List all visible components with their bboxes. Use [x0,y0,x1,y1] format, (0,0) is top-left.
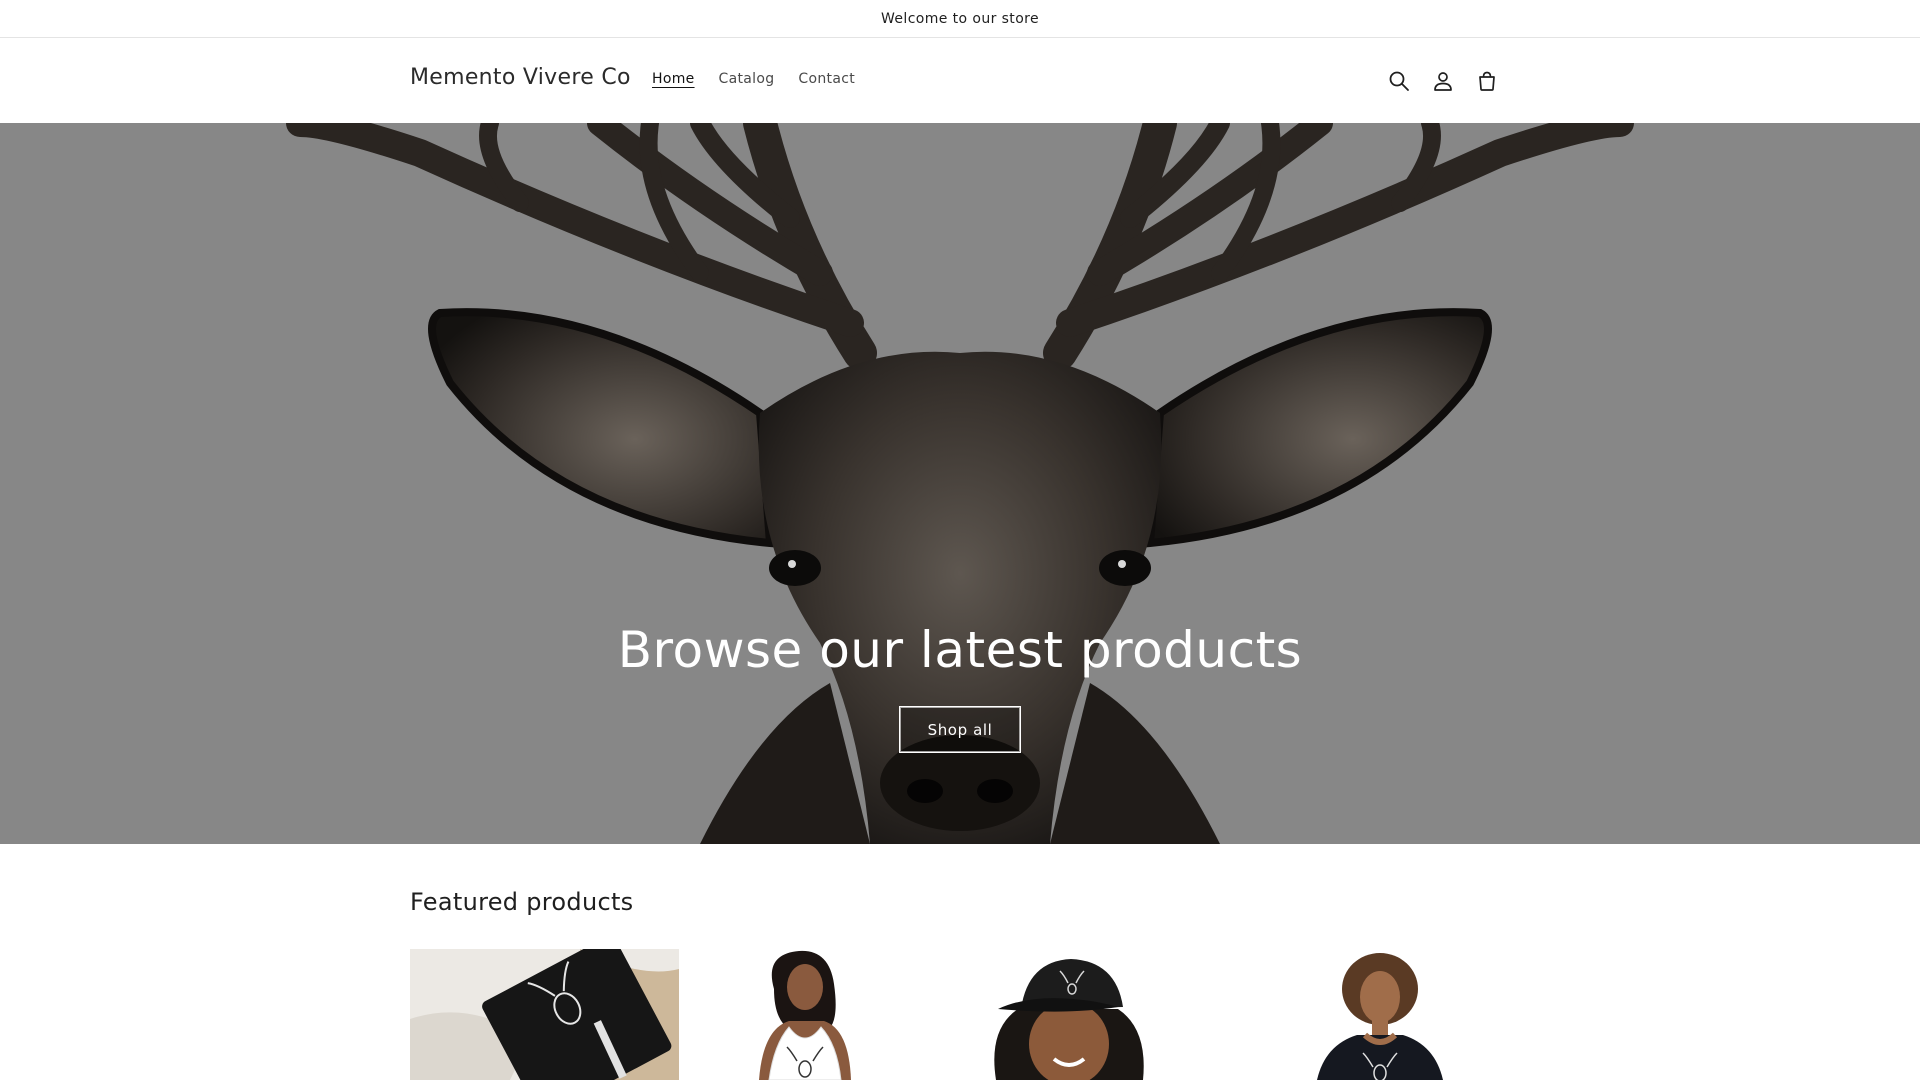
header-icons [1384,66,1502,96]
hero-banner: Browse our latest products Shop all [0,123,1920,844]
journal-notebook-image [410,949,679,1080]
nav-item-home[interactable]: Home [640,71,707,87]
product-card-journal[interactable] [410,949,679,1080]
featured-products-title: Featured products [410,888,634,916]
product-card-tank-top[interactable] [679,949,948,1080]
tshirt-model-image [1217,949,1486,1080]
store-logo[interactable]: Memento Vivere Co [410,65,631,90]
nav-item-contact[interactable]: Contact [786,71,867,87]
search-icon[interactable] [1384,66,1414,96]
shop-all-button[interactable]: Shop all [899,706,1021,753]
site-header: Memento Vivere Co Home Catalog Contact [0,39,1920,123]
featured-products-section: Featured products [0,844,1920,1080]
announcement-text: Welcome to our store [880,10,1040,27]
tank-top-model-image [679,949,948,1080]
hero-title: Browse our latest products [617,621,1303,679]
cart-icon[interactable] [1472,66,1502,96]
product-card-tshirt[interactable] [1217,949,1486,1080]
product-card-cap[interactable] [948,949,1217,1080]
main-nav: Home Catalog Contact [640,71,867,87]
nav-item-catalog[interactable]: Catalog [707,71,787,87]
announcement-bar: Welcome to our store [0,0,1920,38]
cap-model-image [948,949,1217,1080]
account-icon[interactable] [1428,66,1458,96]
